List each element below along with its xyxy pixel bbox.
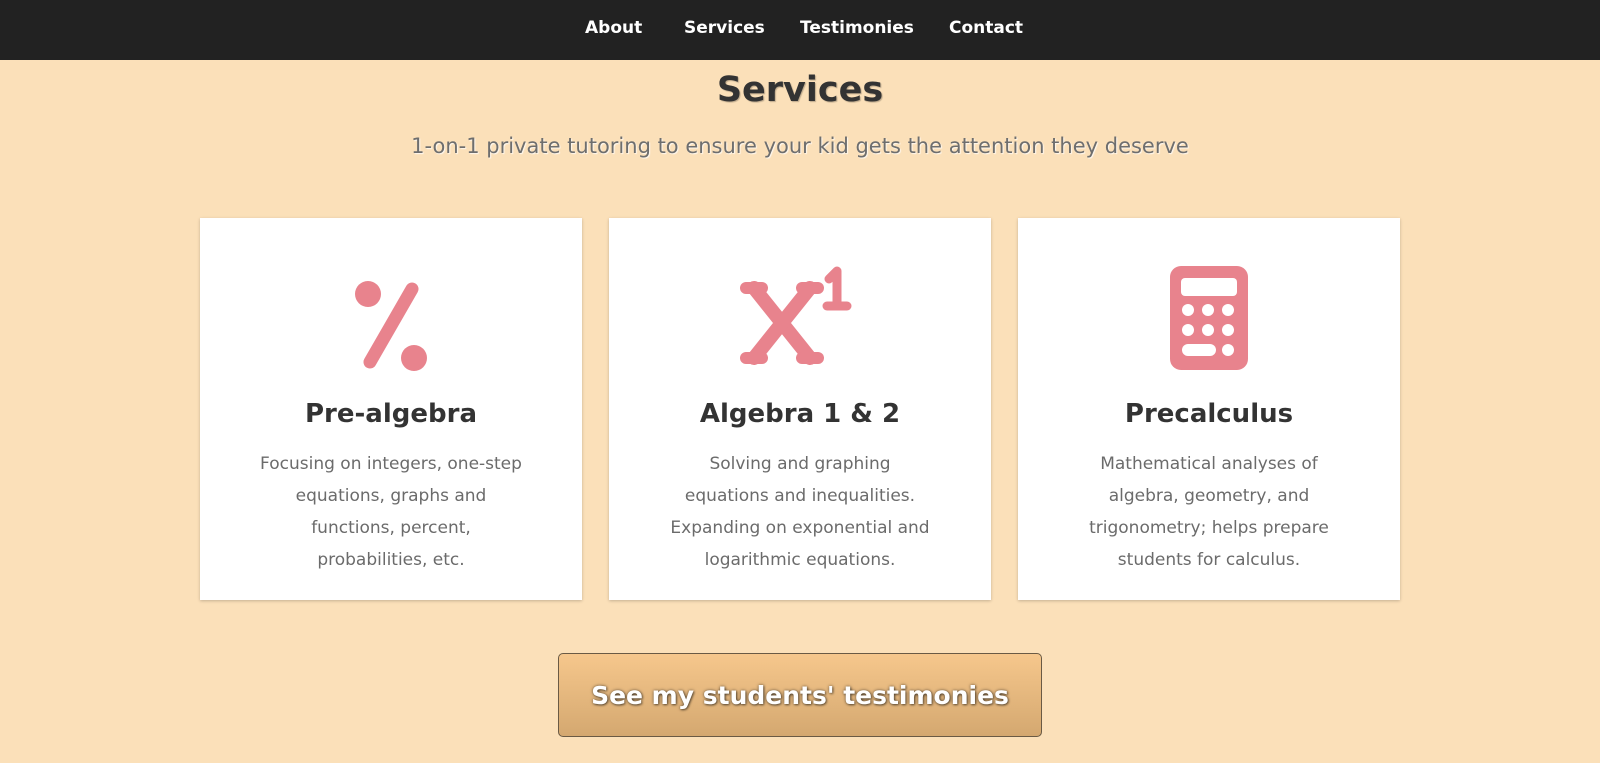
nav-link-about[interactable]: About bbox=[585, 18, 642, 38]
percent-icon bbox=[200, 266, 582, 386]
see-testimonies-button[interactable]: See my students' testimonies bbox=[558, 653, 1042, 737]
card-description: Solving and graphing equations and inequ… bbox=[670, 454, 930, 570]
section-subtitle: 1-on-1 private tutoring to ensure your k… bbox=[411, 134, 1189, 158]
nav-link-contact[interactable]: Contact bbox=[949, 18, 1023, 38]
superscript-icon bbox=[609, 266, 991, 386]
service-card-precalculus: Precalculus Mathematical analyses of alg… bbox=[1018, 218, 1400, 600]
card-title: Precalculus bbox=[1124, 399, 1294, 429]
card-description: Focusing on integers, one-step equations… bbox=[260, 454, 522, 570]
nav-link-services[interactable]: Services bbox=[684, 18, 765, 38]
card-title: Algebra 1 & 2 bbox=[699, 399, 901, 429]
card-description: Mathematical analyses of algebra, geomet… bbox=[1089, 454, 1329, 570]
card-title: Pre-algebra bbox=[305, 399, 477, 429]
nav-link-testimonies[interactable]: Testimonies bbox=[800, 18, 914, 38]
service-card-algebra: Algebra 1 & 2 Solving and graphing equat… bbox=[609, 218, 991, 600]
section-title: Services bbox=[716, 70, 884, 110]
top-navbar: About Services Testimonies Contact bbox=[0, 0, 1600, 60]
calculator-icon bbox=[1018, 266, 1400, 386]
service-card-pre-algebra: Pre-algebra Focusing on integers, one-st… bbox=[200, 218, 582, 600]
